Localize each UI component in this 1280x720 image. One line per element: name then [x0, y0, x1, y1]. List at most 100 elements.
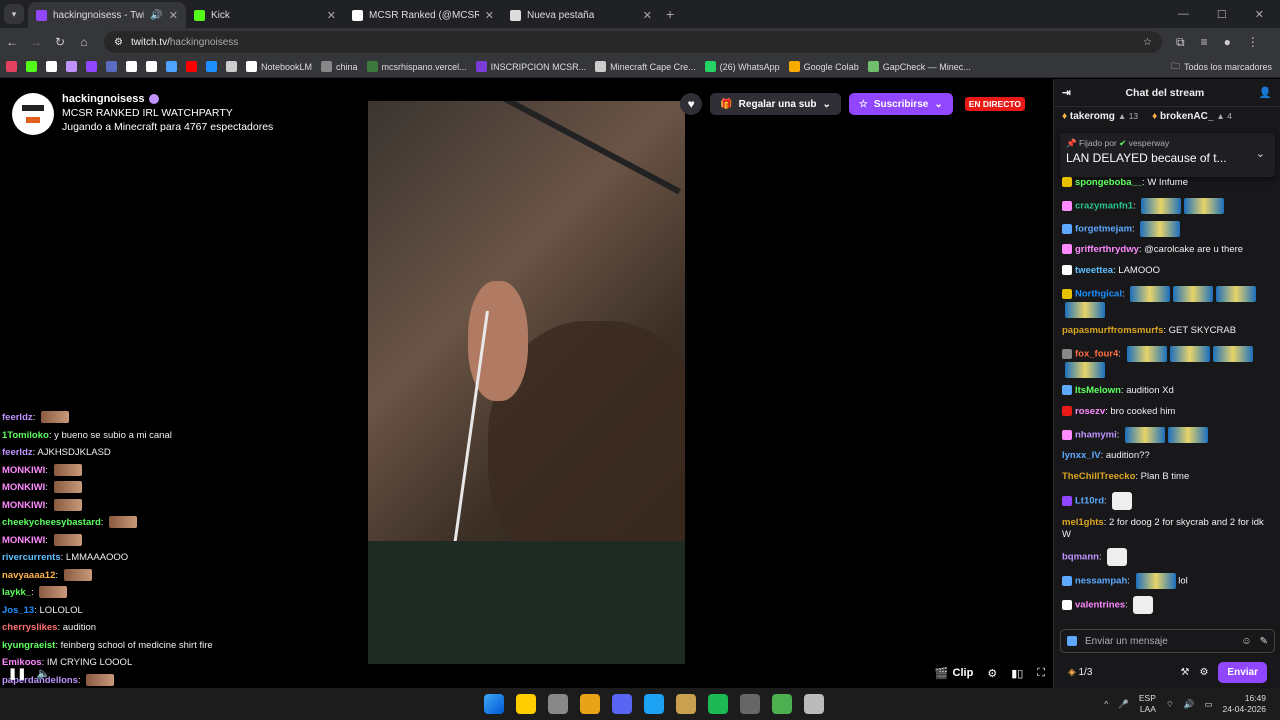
chatbot-icon[interactable]: ✎ — [1260, 636, 1268, 647]
bookmark-item[interactable]: mcsrhispano.vercel... — [366, 61, 467, 72]
user-badge-icon[interactable] — [1062, 385, 1072, 396]
chat-username[interactable]: valentrines — [1075, 600, 1125, 611]
chat-emote[interactable] — [1107, 548, 1128, 566]
browser-tab[interactable]: hackingnoisess - Twitch 🔊 ✕ — [28, 2, 186, 28]
bookmark-item[interactable]: Minecraft Cape Cre... — [595, 61, 696, 72]
bookmark-star-icon[interactable]: ☆ — [1143, 37, 1152, 48]
pinned-message[interactable]: 📌 Fijado por ✔ vesperway LAN DELAYED bec… — [1060, 133, 1275, 177]
channel-name[interactable]: hackingnoisess — [62, 93, 145, 105]
back-icon[interactable]: ← — [0, 35, 24, 49]
forward-icon[interactable]: → — [24, 35, 48, 49]
bookmark-item[interactable]: china — [321, 61, 358, 72]
clip-button[interactable]: 🎬 Clip — [935, 667, 973, 680]
tab-audio-icon[interactable]: 🔊 — [150, 10, 162, 21]
user-badge-icon[interactable] — [1062, 406, 1072, 417]
tray-chevron-icon[interactable]: ^ — [1104, 699, 1108, 709]
chat-username[interactable]: Lt10rd — [1075, 496, 1104, 507]
chat-message[interactable]: ItsMelown: audition Xd — [1062, 385, 1273, 399]
bookmark-shortcut-icon[interactable] — [6, 61, 17, 72]
chat-emote[interactable] — [1126, 346, 1167, 362]
pause-icon[interactable]: ❚❚ — [8, 667, 26, 680]
video-player[interactable]: hackingnoisess MCSR RANKED IRL WATCHPART… — [0, 79, 1053, 688]
bookmark-shortcut-icon[interactable] — [126, 61, 137, 72]
fullscreen-icon[interactable]: ⛶ — [1037, 667, 1045, 680]
speaker-icon[interactable]: 🔊 — [1184, 699, 1195, 710]
bookmark-shortcut-icon[interactable] — [86, 61, 97, 72]
gift-sub-button[interactable]: 🎁 Regalar una sub ⌄ — [710, 93, 841, 115]
tab-close-icon[interactable]: ✕ — [169, 9, 178, 22]
bookmark-shortcut-icon[interactable] — [66, 61, 77, 72]
taskbar-app-icon[interactable] — [644, 694, 664, 714]
community-icon[interactable]: 👤 — [1259, 86, 1272, 99]
user-badge-icon[interactable] — [1062, 201, 1072, 211]
taskbar-app-icon[interactable] — [740, 694, 760, 714]
chat-emote[interactable] — [1184, 198, 1225, 214]
media-icon[interactable]: ≡ — [1201, 35, 1208, 50]
chat-username[interactable]: tweettea — [1075, 265, 1113, 276]
chat-message[interactable]: crazymanfn1: — [1062, 198, 1273, 214]
tab-close-icon[interactable]: ✕ — [485, 9, 494, 22]
chat-emote[interactable] — [1065, 302, 1105, 318]
send-button[interactable]: Enviar — [1218, 661, 1267, 683]
chat-username[interactable]: fox_four4 — [1075, 349, 1118, 360]
taskbar-app-icon[interactable] — [612, 694, 632, 714]
chat-username[interactable]: lynxx_IV — [1062, 450, 1101, 461]
chat-username[interactable]: mel1ghts — [1062, 517, 1104, 528]
chat-input[interactable]: Enviar un mensaje ☺ ✎ — [1060, 629, 1275, 653]
bookmark-shortcut-icon[interactable] — [226, 61, 237, 72]
user-badge-icon[interactable] — [1062, 224, 1072, 234]
chat-username[interactable]: papasmurffromsmurfs — [1062, 325, 1163, 336]
browser-tab[interactable]: MCSR Ranked (@MCSR_Ranke ✕ — [344, 2, 502, 28]
chat-message[interactable]: grifferthrydwy: @carolcake are u there — [1062, 244, 1273, 258]
chat-username[interactable]: grifferthrydwy — [1075, 244, 1139, 255]
user-badge-icon[interactable] — [1062, 289, 1072, 299]
mic-icon[interactable]: 🎤 — [1118, 699, 1129, 710]
expand-chevron-icon[interactable]: ⌄ — [1256, 147, 1265, 160]
bookmark-item[interactable]: NotebookLM — [246, 61, 312, 72]
user-badge-icon[interactable] — [1062, 496, 1072, 506]
url-field[interactable]: ⚙ twitch.tv/hackingnoisess ☆ — [104, 31, 1162, 53]
bookmark-shortcut-icon[interactable] — [106, 61, 117, 72]
wifi-icon[interactable]: ⌔ — [1166, 699, 1174, 710]
volume-icon[interactable]: 🔈 — [36, 667, 50, 680]
chat-emote[interactable] — [1141, 198, 1182, 214]
taskbar-app-icon[interactable] — [676, 694, 696, 714]
browser-tab[interactable]: Kick ✕ — [186, 2, 344, 28]
tab-close-icon[interactable]: ✕ — [327, 9, 336, 22]
theater-mode-icon[interactable]: ▮▯ — [1011, 667, 1023, 680]
bookmark-shortcut-icon[interactable] — [206, 61, 217, 72]
user-badge-icon[interactable] — [1062, 349, 1072, 359]
chat-username[interactable]: Northgical — [1075, 289, 1122, 300]
home-icon[interactable]: ⌂ — [72, 35, 96, 49]
chat-username[interactable]: TheChillTreecko — [1062, 471, 1135, 482]
chat-emote[interactable] — [1125, 427, 1165, 443]
emote-picker-icon[interactable]: ☺ — [1241, 636, 1251, 647]
taskbar-app-icon[interactable] — [516, 694, 536, 714]
tab-close-icon[interactable]: ✕ — [643, 9, 652, 22]
chat-settings-icon[interactable]: ⚙ — [1199, 667, 1208, 678]
taskbar-app-icon[interactable] — [580, 694, 600, 714]
user-badge-icon[interactable] — [1067, 636, 1077, 646]
subscribe-button[interactable]: ☆ Suscribirse ⌄ — [848, 93, 953, 115]
channel-points[interactable]: ◈ 1/3 — [1068, 667, 1092, 678]
leaderboard-entry[interactable]: ♦ takeromg ▲ 13 — [1062, 111, 1138, 122]
chat-username[interactable]: ItsMelown — [1075, 385, 1121, 396]
taskbar-app-icon[interactable] — [772, 694, 792, 714]
user-badge-icon[interactable] — [1062, 576, 1072, 586]
chat-message[interactable]: papasmurffromsmurfs: GET SKYCRAB — [1062, 325, 1273, 339]
bookmark-shortcut-icon[interactable] — [26, 61, 37, 72]
clock[interactable]: 16:49 24-04-2026 — [1223, 693, 1266, 715]
taskbar-app-icon[interactable] — [708, 694, 728, 714]
chat-emote[interactable] — [1135, 573, 1176, 589]
chat-username[interactable]: nessampah — [1075, 576, 1127, 587]
collapse-chat-icon[interactable]: ⇥ — [1062, 87, 1071, 99]
chat-emote[interactable] — [1065, 362, 1105, 378]
tab-search-icon[interactable]: ▾ — [4, 4, 24, 24]
channel-avatar[interactable] — [12, 93, 54, 135]
chat-emote[interactable] — [1112, 492, 1133, 510]
user-badge-icon[interactable] — [1062, 430, 1072, 440]
chat-message[interactable]: mel1ghts: 2 for doog 2 for skycrab and 2… — [1062, 517, 1273, 541]
chat-message[interactable]: tweettea: LAMOOO — [1062, 265, 1273, 279]
language-indicator[interactable]: ESP LAA — [1139, 693, 1156, 715]
chat-emote[interactable] — [1169, 346, 1210, 362]
